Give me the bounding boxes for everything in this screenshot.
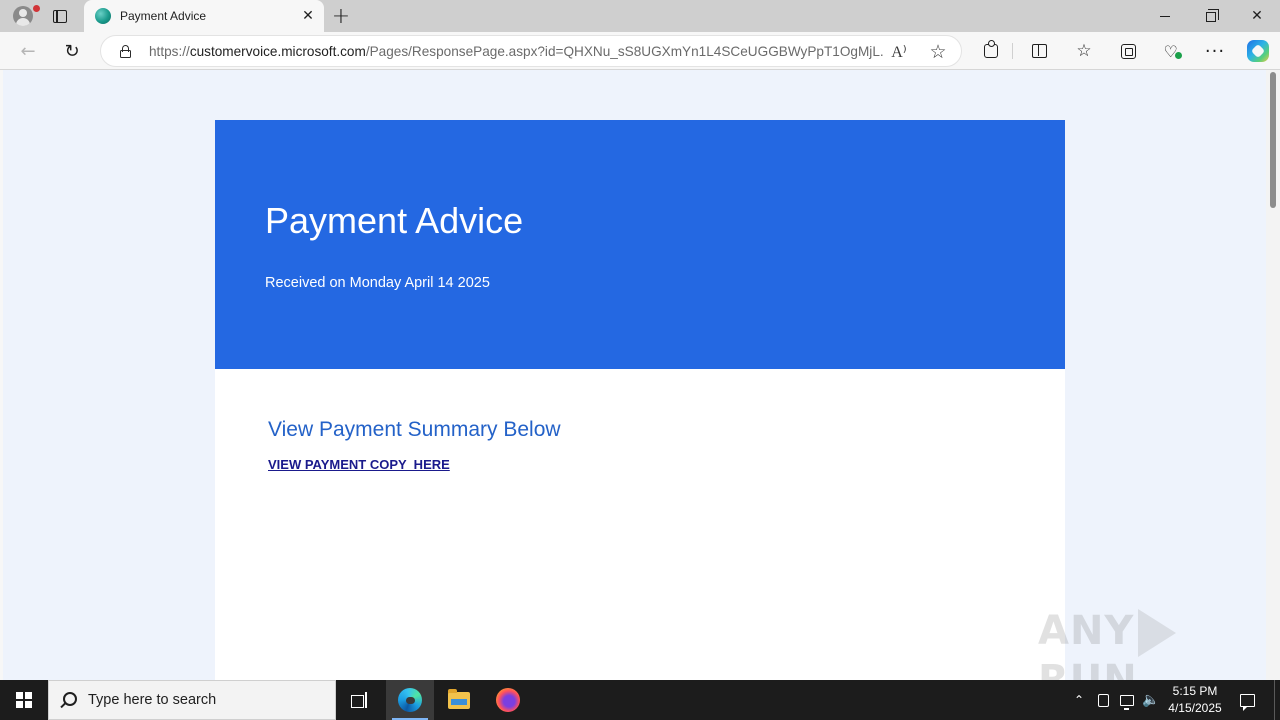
section-heading: View Payment Summary Below: [268, 418, 561, 441]
back-button[interactable]: ←: [13, 36, 43, 66]
status-dot: [1173, 50, 1183, 60]
read-aloud-icon: A⁾: [891, 44, 907, 61]
add-favorite-button[interactable]: ☆: [923, 37, 953, 67]
page-scrollbar[interactable]: [1266, 70, 1280, 680]
meet-now-button[interactable]: [1092, 680, 1114, 720]
task-view-button[interactable]: [336, 680, 384, 720]
new-tab-button[interactable]: +: [328, 0, 354, 32]
tab-title: Payment Advice: [120, 9, 207, 23]
window-minimize-button[interactable]: [1142, 0, 1188, 32]
scrollbar-thumb[interactable]: [1270, 72, 1276, 208]
taskbar-clock[interactable]: 5:15 PM 4/15/2025: [1164, 683, 1226, 717]
taskbar-search-box[interactable]: Type here to search: [48, 680, 336, 720]
browser-toolbar: ← ↻ https://customervoice.microsoft.com/…: [0, 32, 1280, 70]
form-header: Payment Advice Received on Monday April …: [215, 120, 1065, 369]
profile-notification-dot: [33, 5, 40, 12]
split-screen-icon: [1031, 44, 1047, 58]
read-aloud-button[interactable]: A⁾: [884, 37, 914, 67]
tab-strip: Payment Advice ✕ + ✕: [0, 0, 1280, 32]
firefox-icon: [496, 688, 520, 712]
refresh-button[interactable]: ↻: [57, 36, 87, 66]
lock-icon[interactable]: [120, 45, 131, 58]
volume-icon: 🔈: [1142, 692, 1160, 708]
clock-date: 4/15/2025: [1168, 701, 1222, 715]
edge-icon: [398, 688, 422, 712]
window-close-button[interactable]: ✕: [1234, 0, 1280, 32]
meet-now-icon: [1097, 693, 1109, 707]
copilot-button[interactable]: [1243, 36, 1273, 66]
form-card: Payment Advice Received on Monday April …: [215, 120, 1065, 680]
star-icon: ☆: [929, 41, 947, 63]
tab-actions-icon: [53, 9, 67, 23]
network-button[interactable]: [1116, 680, 1138, 720]
profile-button[interactable]: [6, 0, 40, 32]
address-bar[interactable]: https://customervoice.microsoft.com/Page…: [100, 35, 962, 67]
restore-icon: [1206, 9, 1219, 22]
search-icon: [63, 692, 77, 706]
windows-start-icon: [16, 692, 32, 708]
collections-button[interactable]: [1113, 36, 1143, 66]
url-prefix: https://: [149, 44, 190, 59]
volume-button[interactable]: 🔈: [1140, 680, 1162, 720]
url-text[interactable]: https://customervoice.microsoft.com/Page…: [149, 44, 884, 59]
taskbar: Type here to search ⌃ 🔈 5:15 PM 4/15/202…: [0, 680, 1280, 720]
search-placeholder: Type here to search: [88, 692, 217, 708]
play-icon: [1138, 609, 1177, 657]
copilot-icon: [1247, 40, 1269, 62]
forms-favicon-icon: [95, 8, 111, 24]
clock-time: 5:15 PM: [1172, 684, 1218, 698]
file-explorer-icon: [448, 688, 470, 709]
watermark-left: ANY: [1038, 608, 1135, 654]
task-view-icon: [351, 692, 369, 708]
tab-close-icon[interactable]: ✕: [300, 8, 316, 24]
window-restore-button[interactable]: [1188, 0, 1234, 32]
view-payment-copy-link[interactable]: VIEW PAYMENT COPY HERE: [268, 457, 450, 472]
collections-icon: [1120, 43, 1136, 59]
tab-payment-advice[interactable]: Payment Advice ✕: [84, 0, 324, 32]
show-hidden-icons-button[interactable]: ⌃: [1068, 680, 1090, 720]
url-path: /Pages/ResponsePage.aspx?id=QHXNu_sS8UGX…: [365, 44, 884, 59]
received-date: Received on Monday April 14 2025: [265, 275, 490, 291]
page-viewport: Payment Advice Received on Monday April …: [0, 70, 1266, 680]
favorites-button[interactable]: ☆: [1069, 36, 1099, 66]
split-screen-button[interactable]: [1024, 36, 1054, 66]
notification-center-button[interactable]: [1234, 680, 1260, 720]
favorites-icon: ☆: [1076, 41, 1092, 61]
tab-actions-button[interactable]: [46, 0, 74, 32]
browser-essentials-button[interactable]: ♡: [1157, 36, 1187, 66]
url-host: customervoice.microsoft.com: [189, 44, 366, 59]
profile-icon: [13, 6, 33, 26]
refresh-icon: ↻: [64, 40, 80, 62]
notification-icon: [1239, 693, 1255, 711]
extensions-button[interactable]: [976, 36, 1006, 66]
more-icon: ···: [1204, 40, 1226, 62]
taskbar-edge-button[interactable]: [386, 680, 434, 720]
taskbar-firefox-button[interactable]: [484, 680, 532, 720]
extensions-icon: [984, 40, 998, 58]
page-title: Payment Advice: [265, 200, 524, 241]
settings-more-button[interactable]: ···: [1200, 36, 1230, 66]
minimize-icon: [1160, 15, 1170, 17]
network-icon: [1120, 694, 1134, 710]
show-desktop-button[interactable]: [1274, 680, 1275, 720]
lock-body: [120, 50, 131, 58]
close-icon: ✕: [1251, 8, 1263, 24]
back-arrow-icon: ←: [20, 40, 36, 62]
show-hidden-icons-icon: ⌃: [1073, 693, 1085, 707]
toolbar-divider: [1012, 43, 1013, 59]
taskbar-file-explorer-button[interactable]: [435, 680, 483, 720]
browser-essentials-icon: ♡: [1164, 43, 1183, 60]
start-button[interactable]: [0, 680, 48, 720]
